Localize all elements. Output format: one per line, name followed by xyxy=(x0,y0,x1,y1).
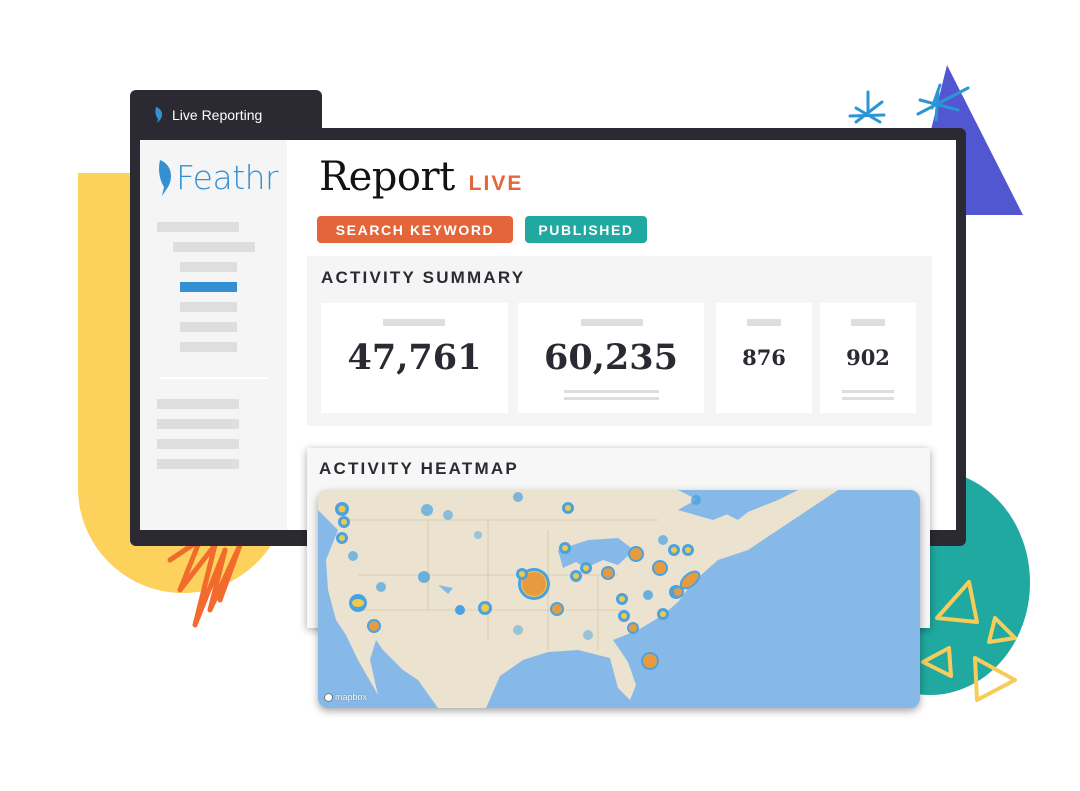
card-value: 902 xyxy=(846,345,890,370)
heatmap-map[interactable]: mapbox xyxy=(318,490,920,708)
sidebar-item[interactable] xyxy=(173,242,255,252)
card-footer-placeholder xyxy=(842,397,894,400)
activity-summary-panel: ACTIVITY SUMMARY 47,761 60,235 876 902 xyxy=(307,256,932,426)
sidebar-item[interactable] xyxy=(180,342,237,352)
land-mass xyxy=(318,490,838,708)
card-value: 47,761 xyxy=(347,337,482,378)
live-indicator: LIVE xyxy=(468,172,524,195)
sidebar-divider xyxy=(160,377,268,379)
page-header: Report LIVE xyxy=(319,154,523,200)
map-canvas[interactable] xyxy=(318,490,920,708)
sidebar-item[interactable] xyxy=(157,399,239,409)
card-label-placeholder xyxy=(383,319,445,326)
sidebar-item[interactable] xyxy=(157,222,239,232)
summary-card: 47,761 xyxy=(321,303,508,413)
search-keyword-badge: SEARCH KEYWORD xyxy=(317,216,513,243)
feather-icon xyxy=(159,159,172,196)
sidebar-item[interactable] xyxy=(157,439,239,449)
summary-card: 876 xyxy=(716,303,812,413)
sidebar: Feathr xyxy=(140,140,287,530)
feathr-logo[interactable]: Feathr xyxy=(158,158,279,197)
card-label-placeholder xyxy=(581,319,643,326)
card-value: 876 xyxy=(742,345,786,370)
sidebar-item-active[interactable] xyxy=(180,282,237,292)
decorative-orange-scribble xyxy=(167,537,243,628)
sidebar-item[interactable] xyxy=(157,419,239,429)
card-footer-placeholder xyxy=(564,390,659,393)
mapbox-text: mapbox xyxy=(335,692,368,702)
sidebar-item[interactable] xyxy=(157,459,239,469)
card-label-placeholder xyxy=(851,319,885,326)
summary-card: 60,235 xyxy=(518,303,704,413)
feather-icon xyxy=(155,107,163,123)
decorative-yellow-triangles xyxy=(921,580,1017,702)
tab-title: Live Reporting xyxy=(172,107,263,123)
summary-card: 902 xyxy=(820,303,916,413)
logo-text: Feathr xyxy=(176,158,279,197)
published-badge: PUBLISHED xyxy=(525,216,647,243)
sidebar-item[interactable] xyxy=(180,302,237,312)
card-label-placeholder xyxy=(747,319,781,326)
activity-summary-title: ACTIVITY SUMMARY xyxy=(321,268,526,287)
card-value: 60,235 xyxy=(544,337,678,378)
sidebar-item[interactable] xyxy=(180,322,237,332)
mapbox-attribution[interactable]: mapbox xyxy=(324,692,367,702)
page-title: Report xyxy=(319,154,455,200)
card-footer-placeholder xyxy=(564,397,659,400)
browser-tab[interactable]: Live Reporting xyxy=(130,90,322,140)
mapbox-logo-icon xyxy=(324,692,333,702)
card-footer-placeholder xyxy=(842,390,894,393)
activity-heatmap-title: ACTIVITY HEATMAP xyxy=(319,459,519,478)
sidebar-item[interactable] xyxy=(180,262,237,272)
